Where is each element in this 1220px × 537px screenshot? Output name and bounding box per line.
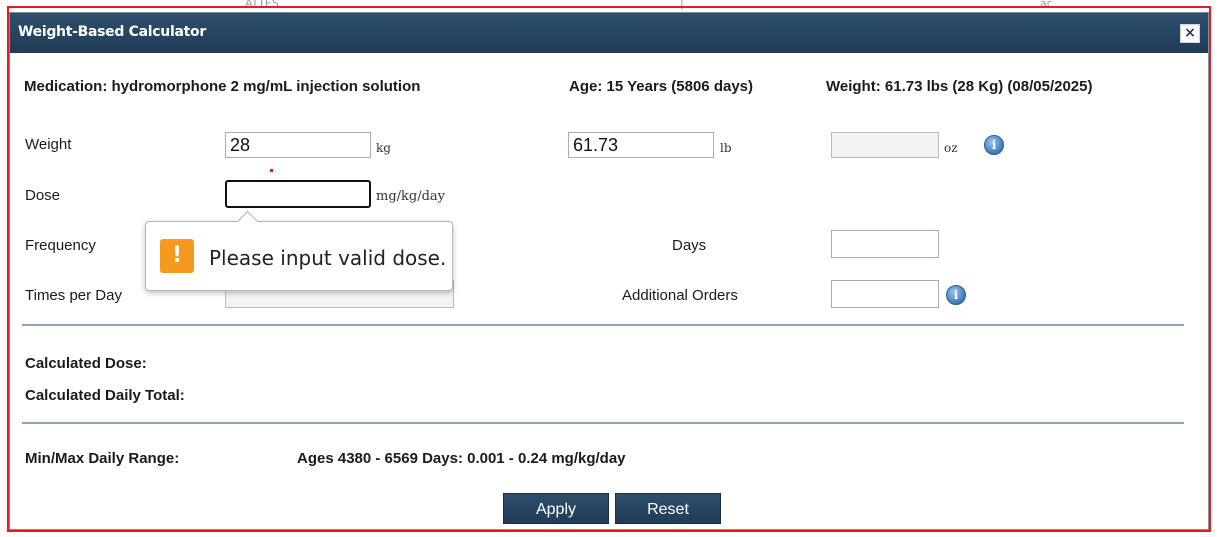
tooltip-message: Please input valid dose.: [209, 246, 447, 270]
calculated-dose-label: Calculated Dose:: [25, 355, 147, 372]
min-max-range-value: Ages 4380 - 6569 Days: 0.001 - 0.24 mg/k…: [297, 450, 626, 467]
close-icon: ×: [1184, 25, 1196, 41]
days-input[interactable]: [831, 230, 939, 258]
calculated-daily-total-label: Calculated Daily Total:: [25, 387, 185, 404]
weight-summary-label: Weight: 61.73 lbs (28 Kg) (08/05/2025): [826, 78, 1093, 95]
oz-unit: oz: [944, 141, 958, 155]
dose-unit: mg/kg/day: [376, 189, 446, 204]
validation-tooltip: ! Please input valid dose.: [145, 210, 453, 291]
reset-button[interactable]: Reset: [615, 493, 721, 524]
dialog-titlebar[interactable]: Weight-Based Calculator ×: [10, 13, 1208, 53]
dialog-title: Weight-Based Calculator: [18, 24, 206, 40]
dose-input[interactable]: [225, 180, 371, 208]
weight-lb-input[interactable]: [568, 132, 714, 158]
weight-label: Weight: [25, 136, 72, 153]
section-divider: [22, 324, 1184, 326]
times-per-day-label: Times per Day: [25, 287, 122, 304]
age-label: Age: 15 Years (5806 days): [569, 78, 754, 95]
required-marker: [270, 169, 273, 172]
additional-orders-label: Additional Orders: [622, 287, 738, 304]
lb-unit: lb: [720, 141, 732, 155]
section-divider: [22, 422, 1184, 424]
close-button[interactable]: ×: [1180, 24, 1200, 43]
min-max-range-label: Min/Max Daily Range:: [25, 450, 180, 467]
info-icon[interactable]: i: [946, 285, 966, 305]
days-label: Days: [672, 237, 707, 254]
frequency-label: Frequency: [25, 237, 96, 254]
weight-oz-input[interactable]: [831, 132, 939, 158]
medication-label: Medication: hydromorphone 2 mg/mL inject…: [24, 78, 421, 95]
apply-button[interactable]: Apply: [503, 493, 609, 524]
warning-icon: !: [160, 239, 194, 273]
kg-unit: kg: [376, 141, 391, 155]
info-icon[interactable]: i: [984, 135, 1004, 155]
additional-orders-input[interactable]: [831, 280, 939, 308]
dose-label: Dose: [25, 187, 61, 204]
weight-kg-input[interactable]: [225, 132, 371, 158]
